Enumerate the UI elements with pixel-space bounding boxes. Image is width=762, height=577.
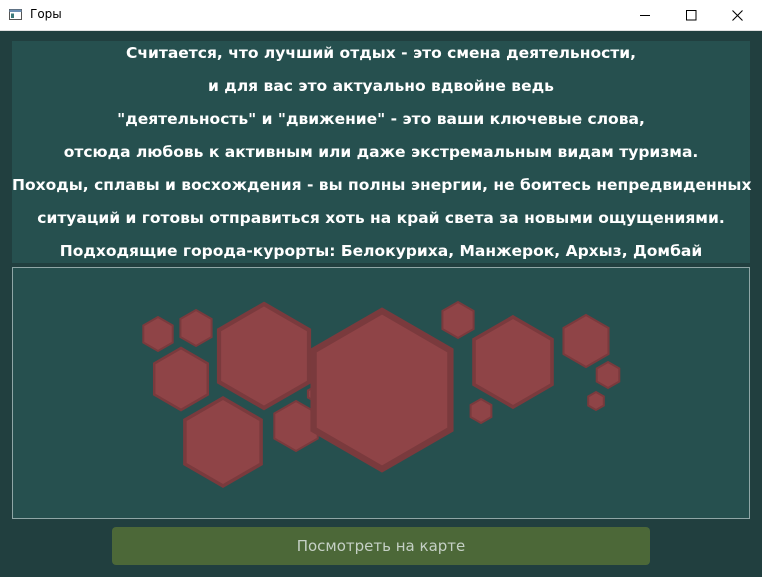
description-line: Подходящие города-курорты: Белокуриха, М…	[59, 242, 703, 260]
window-title: Горы	[30, 7, 62, 21]
hexagon-shape	[142, 315, 174, 353]
description-line: Считается, что лучший отдых - это смена …	[125, 44, 637, 62]
hexagon-shape	[183, 395, 263, 489]
hexagon-shape	[472, 314, 554, 410]
minimize-button[interactable]	[622, 0, 668, 31]
app-window: Горы Считается, что лучший отдых - это с…	[0, 0, 762, 577]
minimize-icon	[639, 15, 650, 16]
title-bar: Горы	[0, 0, 762, 31]
hexagon-shape	[310, 307, 454, 473]
description-line: отсюда любовь к активным или даже экстре…	[63, 143, 699, 161]
maximize-button[interactable]	[668, 0, 714, 31]
app-icon	[9, 9, 22, 20]
description-line: "деятельность" и "движение" - это ваши к…	[117, 110, 645, 128]
close-icon	[731, 10, 743, 21]
description-line: Походы, сплавы и восхождения - вы полны …	[12, 176, 752, 194]
main-content: Считается, что лучший отдых - это смена …	[0, 31, 762, 577]
hexagon-shape	[441, 300, 475, 340]
category-image-panel	[12, 267, 750, 519]
description-line: ситуаций и готовы отправиться хоть на кр…	[37, 209, 725, 227]
description-line: и для вас это актуально вдвойне ведь	[208, 77, 554, 95]
view-on-map-button[interactable]: Посмотреть на карте	[112, 527, 650, 565]
description-panel: Считается, что лучший отдых - это смена …	[12, 41, 752, 263]
hexagon-shape	[587, 390, 605, 412]
hexagon-shape	[152, 346, 210, 412]
hexagon-shape	[179, 308, 213, 348]
hexagon-shape	[216, 301, 312, 411]
maximize-icon	[685, 10, 696, 21]
close-button[interactable]	[714, 0, 760, 31]
hexagon-pattern-icon	[142, 300, 621, 489]
hexagon-shape	[595, 360, 621, 390]
hexagon-shape	[562, 313, 610, 369]
hexagon-shape	[469, 397, 493, 425]
